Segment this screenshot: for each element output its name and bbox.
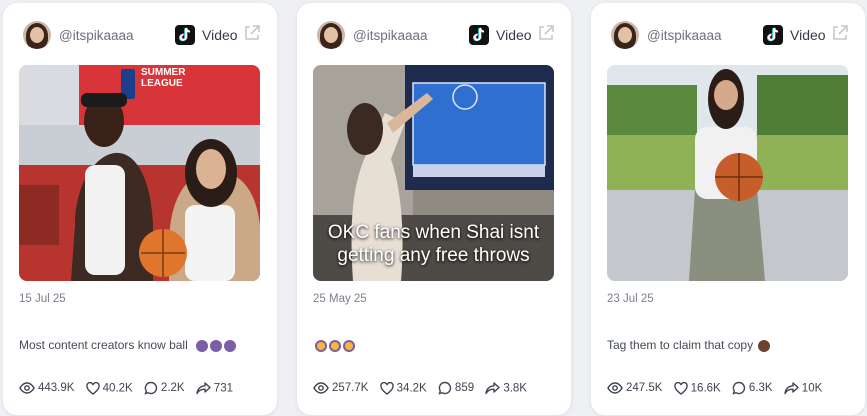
person-bowing-emoji (194, 338, 237, 352)
stats-row: 443.9K 40.2K 2.2K 731 (19, 381, 241, 399)
platform-label: Video (790, 27, 826, 43)
post-date: 23 Jul 25 (607, 293, 654, 305)
likes-stat: 16.6K (673, 381, 721, 395)
heart-icon (85, 381, 100, 395)
creator-handle[interactable]: @itspikaaaa (59, 28, 134, 43)
card-header: @itspikaaaa Video (315, 21, 555, 51)
views-count: 247.5K (626, 381, 663, 394)
tiktok-icon (763, 25, 783, 45)
views-stat: 443.9K (19, 382, 74, 394)
stats-row: 257.7K 34.2K 859 3.8K (313, 381, 535, 399)
eye-icon (313, 382, 329, 394)
avatar[interactable] (317, 21, 345, 49)
views-stat: 247.5K (607, 382, 662, 394)
views-stat: 257.7K (313, 382, 368, 394)
weary-face-emoji (313, 338, 355, 352)
shares-count: 731 (213, 382, 233, 394)
stats-row: 247.5K 16.6K 6.3K 10K (607, 381, 830, 399)
post-caption: Most content creators know ball (19, 338, 237, 352)
shares-stat: 731 (196, 381, 233, 395)
caption-text: Most content creators know ball (19, 338, 188, 352)
post-date: 25 May 25 (313, 293, 367, 305)
external-link-icon[interactable] (243, 24, 261, 42)
share-icon (196, 381, 211, 394)
likes-stat: 40.2K (85, 381, 133, 395)
comment-icon (732, 381, 746, 395)
tiktok-icon (469, 25, 489, 45)
comments-stat: 2.2K (144, 381, 185, 395)
shares-count: 10K (801, 382, 823, 394)
comments-count: 859 (454, 382, 475, 394)
heart-icon (379, 381, 394, 395)
views-count: 257.7K (332, 381, 369, 394)
post-card[interactable]: @itspikaaaa Video SUMMER LEAGUE 15 Jul 2… (3, 3, 277, 415)
shares-count: 3.8K (503, 382, 527, 394)
likes-stat: 34.2K (379, 381, 427, 395)
tiktok-icon (175, 25, 195, 45)
external-link-icon[interactable] (537, 24, 555, 42)
share-icon (784, 381, 799, 394)
comment-icon (438, 381, 452, 395)
victory-hand-emoji (756, 338, 771, 352)
share-icon (485, 381, 501, 394)
eye-icon (19, 382, 35, 394)
comments-stat: 859 (438, 381, 474, 395)
creator-handle[interactable]: @itspikaaaa (647, 28, 722, 43)
card-header: @itspikaaaa Video (21, 21, 261, 51)
views-count: 443.9K (38, 381, 75, 394)
shares-stat: 10K (784, 381, 823, 395)
media-signage: SUMMER LEAGUE (141, 67, 186, 89)
comments-count: 6.3K (748, 382, 773, 394)
external-link-icon[interactable] (831, 24, 849, 42)
comment-icon (144, 381, 158, 395)
comments-stat: 6.3K (732, 381, 773, 395)
post-card[interactable]: @itspikaaaa Video 23 Jul 25 Tag them to … (591, 3, 865, 415)
heart-icon (673, 381, 688, 395)
video-thumbnail[interactable] (607, 65, 848, 281)
avatar[interactable] (611, 21, 639, 49)
video-thumbnail[interactable]: OKC fans when Shai isnt getting any free… (313, 65, 554, 281)
eye-icon (607, 382, 623, 394)
shares-stat: 3.8K (485, 381, 527, 395)
likes-count: 16.6K (690, 382, 721, 394)
avatar[interactable] (23, 21, 51, 49)
platform-label: Video (202, 27, 238, 43)
card-header: @itspikaaaa Video (609, 21, 849, 51)
media-overlay-text: OKC fans when Shai isnt getting any free… (327, 222, 540, 266)
video-thumbnail[interactable]: SUMMER LEAGUE (19, 65, 260, 281)
post-card[interactable]: @itspikaaaa Video OKC fans when Shai isn… (297, 3, 571, 415)
post-caption (313, 338, 355, 352)
creator-handle[interactable]: @itspikaaaa (353, 28, 428, 43)
comments-count: 2.2K (160, 382, 185, 394)
post-date: 15 Jul 25 (19, 293, 66, 305)
likes-count: 40.2K (102, 382, 133, 394)
likes-count: 34.2K (396, 382, 427, 394)
platform-label: Video (496, 27, 532, 43)
post-caption: Tag them to claim that copy (607, 338, 771, 352)
caption-text: Tag them to claim that copy (607, 338, 754, 352)
